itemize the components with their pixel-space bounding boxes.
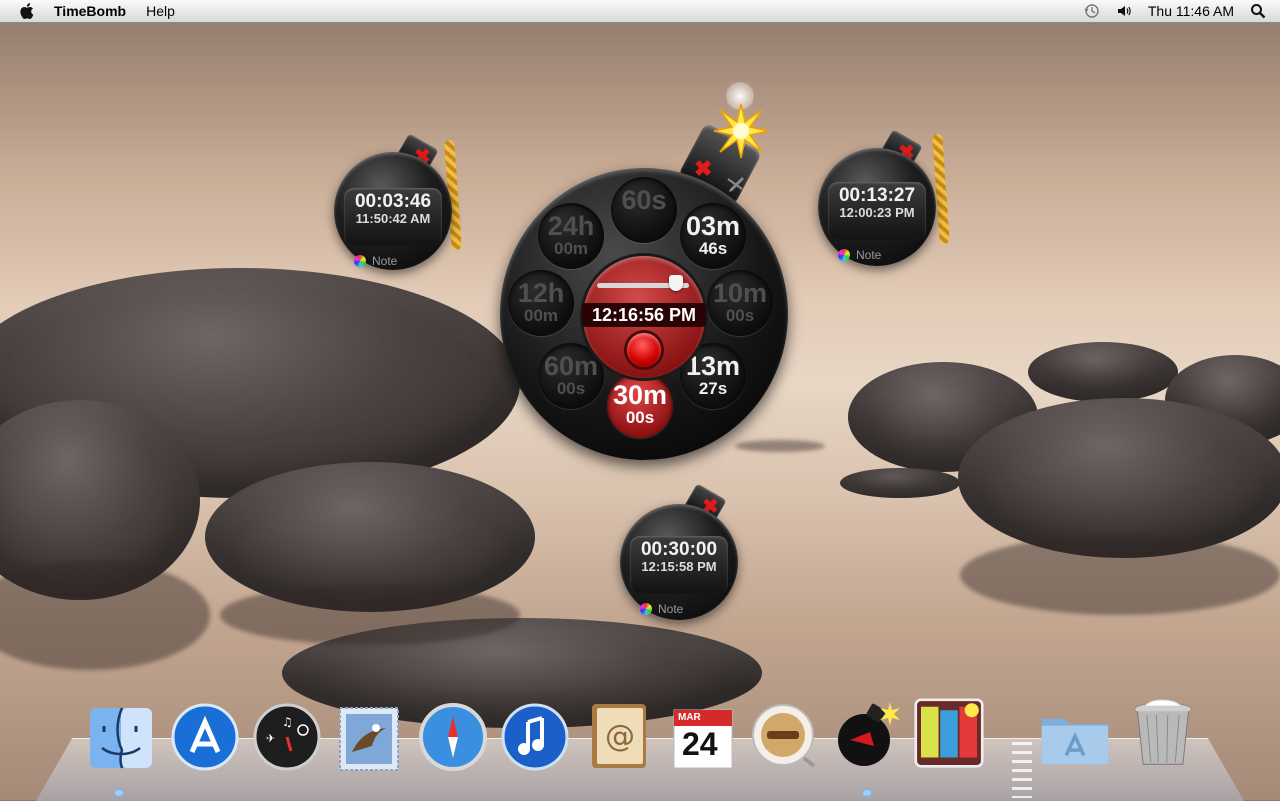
dock-separator[interactable] — [1012, 742, 1032, 798]
timebomb-running-indicator — [863, 790, 871, 796]
ical-month: MAR — [678, 712, 701, 723]
timer-widget-2[interactable]: ✖ 00:13:27 12:00:23 PM Note — [818, 129, 958, 272]
preset-small-label: 00s — [725, 306, 755, 325]
finder-icon[interactable] — [86, 702, 156, 772]
preset-slot-12h[interactable]: 12h 00m — [508, 270, 574, 336]
preset-slot-60s[interactable]: 60s — [611, 177, 677, 243]
color-wheel-icon[interactable] — [838, 249, 850, 261]
timer-display: 00:03:46 11:50:42 AM Note — [344, 188, 442, 268]
ical-icon[interactable]: MAR 24 — [668, 702, 738, 772]
preset-slot-24h[interactable]: 24h 00m — [538, 203, 604, 269]
bomb-body: 00:13:27 12:00:23 PM Note — [818, 148, 936, 266]
ical-day: 24 — [682, 726, 718, 762]
timer-alarm-time: 12:15:58 PM — [641, 559, 717, 574]
note-label: Note — [658, 602, 684, 616]
applications-folder-icon[interactable] — [1040, 702, 1110, 772]
color-wheel-icon[interactable] — [354, 255, 366, 267]
preset-slot-03m[interactable]: 03m 46s — [680, 203, 746, 269]
preset-big-label: 10m — [712, 278, 768, 308]
apple-menu-icon[interactable] — [20, 2, 36, 20]
menu-help[interactable]: Help — [146, 3, 175, 19]
dashboard-icon[interactable]: ♫ ✈ — [252, 702, 322, 772]
start-timer-button[interactable] — [627, 333, 661, 367]
finder-running-indicator — [115, 790, 123, 796]
fuse-spark-icon — [713, 103, 769, 159]
edit-pencil-icon[interactable] — [725, 172, 749, 196]
close-x-icon[interactable]: ✖ — [694, 156, 712, 182]
preset-small-label: 00s — [556, 379, 586, 398]
coffee-icon[interactable] — [750, 702, 820, 772]
timer-display: 00:13:27 12:00:23 PM Note — [828, 182, 926, 262]
preset-big-label: 60s — [621, 185, 667, 215]
you-icon[interactable] — [914, 698, 984, 768]
color-wheel-icon[interactable] — [640, 603, 652, 615]
preset-big-label: 24h — [547, 211, 595, 241]
timer-alarm-time: 11:50:42 AM — [355, 211, 431, 226]
note-field[interactable]: Note — [838, 248, 881, 262]
address-book-icon[interactable]: @ — [584, 700, 654, 770]
preset-big-label: 12h — [517, 278, 565, 308]
timer-display: 00:30:00 12:15:58 PM Note — [630, 536, 728, 616]
preset-small-label: 00m — [553, 239, 589, 258]
note-label: Note — [372, 254, 398, 268]
svg-text:@: @ — [605, 719, 635, 754]
timer-widget-3[interactable]: ✖ 00:30:00 12:15:58 PM Note — [620, 483, 760, 626]
timer-alarm-time: 12:00:23 PM — [839, 205, 915, 220]
timer-remaining: 00:03:46 — [354, 191, 432, 212]
trash-icon[interactable] — [1128, 698, 1198, 768]
time-machine-icon[interactable] — [1084, 3, 1100, 19]
preset-small-label: 46s — [698, 239, 728, 258]
preset-small-label: 00s — [625, 408, 655, 427]
preset-big-label: 30m — [612, 380, 668, 410]
app-store-icon[interactable] — [170, 702, 240, 772]
menubar-clock[interactable]: Thu 11:46 AM — [1148, 3, 1234, 19]
svg-text:✈: ✈ — [266, 732, 275, 745]
time-slider-knob[interactable] — [669, 275, 684, 291]
timer-remaining: 00:30:00 — [640, 539, 718, 560]
bomb-body: 00:30:00 12:15:58 PM Note — [620, 504, 738, 620]
preset-big-label: 60m — [543, 351, 599, 381]
spotlight-search-icon[interactable] — [1250, 3, 1266, 19]
preset-slot-10m[interactable]: 10m 00s — [707, 270, 773, 336]
preset-small-label: 27s — [698, 379, 728, 398]
preset-small-label: 00m — [523, 306, 559, 325]
volume-icon[interactable] — [1116, 3, 1132, 19]
note-field[interactable]: Note — [640, 602, 683, 616]
safari-icon[interactable] — [418, 702, 488, 772]
note-field[interactable]: Note — [354, 254, 397, 268]
itunes-icon[interactable] — [500, 702, 570, 772]
timer-remaining: 00:13:27 — [838, 185, 916, 206]
note-label: Note — [856, 248, 882, 262]
preset-big-label: 03m — [685, 211, 741, 241]
fuse-rope-icon — [932, 133, 950, 245]
preset-slot-30m[interactable]: 30m 00s — [607, 372, 673, 438]
timer-widget-1[interactable]: ✖ 00:03:46 11:50:42 AM Note — [334, 133, 474, 276]
bomb-body: 00:03:46 11:50:42 AM Note — [334, 152, 452, 270]
mail-icon[interactable] — [334, 702, 404, 772]
menu-app-name[interactable]: TimeBomb — [54, 3, 126, 19]
svg-text:♫: ♫ — [282, 715, 293, 729]
timebomb-icon[interactable] — [832, 700, 902, 770]
dial-center-time: 12:16:56 PM — [582, 303, 706, 327]
menu-bar: TimeBomb Help Thu 11:46 AM — [0, 0, 1280, 23]
